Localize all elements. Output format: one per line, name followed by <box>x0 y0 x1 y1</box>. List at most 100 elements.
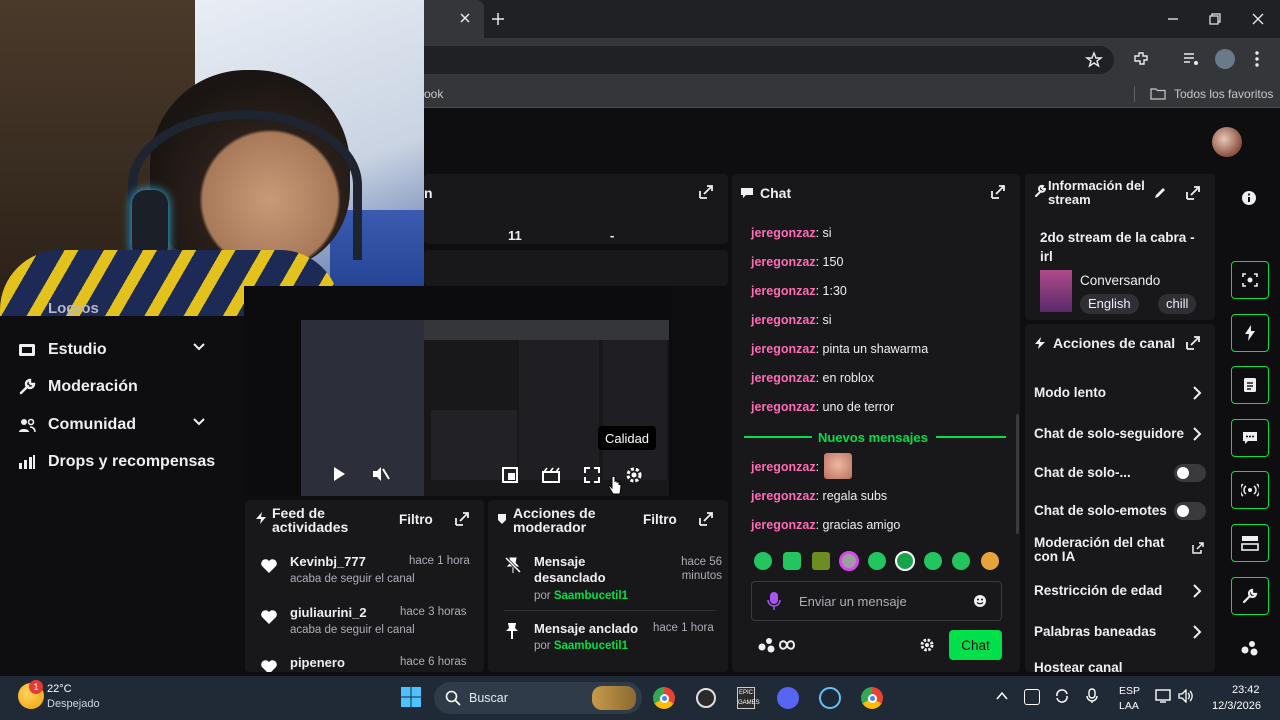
chat-username[interactable]: jeregonzaz <box>751 371 816 385</box>
windows-start-icon[interactable] <box>400 686 422 708</box>
emote-icon[interactable] <box>924 552 942 570</box>
microphone-icon[interactable] <box>1086 688 1098 704</box>
epic-games-icon[interactable]: EPIC GAMES <box>732 684 760 712</box>
restore-icon[interactable] <box>1208 12 1222 26</box>
sidebar-item-estudio[interactable]: Estudio <box>18 337 226 363</box>
category-link[interactable]: Conversando <box>1080 273 1160 288</box>
category-box-art[interactable] <box>1040 270 1072 312</box>
fullscreen-icon[interactable] <box>584 467 600 483</box>
action-host-channel[interactable]: Hostear canal <box>1034 660 1210 672</box>
popout-icon[interactable] <box>698 184 714 200</box>
chat-username[interactable]: jeregonzaz <box>751 400 816 414</box>
weather-temperature[interactable]: 22°C <box>47 683 72 695</box>
close-tab-icon[interactable] <box>459 12 471 24</box>
sidebar-item-comunidad[interactable]: Comunidad <box>18 412 226 438</box>
chat-username[interactable]: jeregonzaz <box>751 255 816 269</box>
popout-icon[interactable] <box>454 511 470 527</box>
channel-points-icon[interactable] <box>778 638 796 652</box>
emote-icon[interactable] <box>895 551 915 571</box>
close-window-icon[interactable] <box>1251 12 1265 26</box>
action-subs-only[interactable]: Chat de solo-... <box>1034 464 1210 482</box>
discord-icon[interactable] <box>774 684 802 712</box>
quick-action-chat[interactable] <box>1231 419 1269 457</box>
popout-icon[interactable] <box>990 184 1006 200</box>
filter-button[interactable]: Filtro <box>399 512 433 527</box>
emote-icon[interactable] <box>868 552 886 570</box>
mute-icon[interactable] <box>372 466 390 482</box>
recorder-taskbar-icon[interactable] <box>692 684 720 712</box>
all-bookmarks-link[interactable]: Todos los favoritos <box>1174 87 1273 101</box>
tag-chip[interactable]: English <box>1080 294 1139 314</box>
user-avatar[interactable] <box>1212 127 1242 157</box>
bookmark-item[interactable]: ook <box>424 87 443 101</box>
language-indicator[interactable]: ESP <box>1119 685 1140 697</box>
chat-username[interactable]: jeregonzaz <box>751 226 816 240</box>
quick-action-mod[interactable] <box>1231 577 1269 615</box>
moderator-name[interactable]: Saambucetil1 <box>554 640 628 652</box>
quick-action-layout[interactable] <box>1231 524 1269 562</box>
bookmark-star-icon[interactable] <box>1085 51 1103 69</box>
follower-name[interactable]: Kevinbj_777 <box>290 554 366 569</box>
action-slow-mode[interactable]: Modo lento <box>1034 385 1210 400</box>
action-ai-moderation[interactable]: Moderación del chat con IA <box>1034 536 1210 564</box>
action-emotes-only[interactable]: Chat de solo-emotes <box>1034 502 1210 520</box>
popout-icon[interactable] <box>1185 185 1201 201</box>
chat-username[interactable]: jeregonzaz <box>751 342 816 356</box>
toggle-switch[interactable] <box>1174 502 1206 520</box>
chat-username[interactable]: jeregonzaz <box>751 284 816 298</box>
popout-icon[interactable] <box>1185 335 1201 351</box>
chat-username[interactable]: jeregonzaz <box>751 313 816 327</box>
chat-send-button[interactable]: Chat <box>949 630 1002 660</box>
sync-icon[interactable] <box>1054 688 1070 704</box>
steam-icon[interactable] <box>816 684 844 712</box>
follower-name[interactable]: pipenero <box>290 655 345 670</box>
minimize-icon[interactable] <box>1166 12 1180 26</box>
new-tab-icon[interactable] <box>491 12 505 26</box>
quick-action-broadcast[interactable] <box>1231 471 1269 509</box>
action-banned-words[interactable]: Palabras baneadas <box>1034 624 1210 639</box>
info-icon[interactable] <box>1241 190 1257 206</box>
play-icon[interactable] <box>332 466 346 482</box>
chat-username[interactable]: jeregonzaz <box>751 460 816 474</box>
clip-icon[interactable] <box>542 467 560 483</box>
media-queue-icon[interactable] <box>1182 50 1200 68</box>
browser-tab[interactable] <box>424 0 484 38</box>
stream-preview[interactable]: Calidad <box>244 286 672 496</box>
popout-icon[interactable] <box>698 511 714 527</box>
menu-kebab-icon[interactable] <box>1252 50 1262 68</box>
extensions-icon[interactable] <box>1132 50 1150 68</box>
volume-icon[interactable] <box>1178 689 1194 703</box>
tray-app-icon[interactable] <box>1024 689 1040 705</box>
chrome-taskbar-icon-2[interactable] <box>858 684 886 712</box>
filter-button[interactable]: Filtro <box>643 512 677 527</box>
emote-icon[interactable] <box>754 552 772 570</box>
bits-icon[interactable] <box>1241 640 1259 656</box>
action-age-restriction[interactable]: Restricción de edad <box>1034 583 1210 598</box>
quick-action-lightning[interactable] <box>1231 314 1269 352</box>
picture-in-picture-icon[interactable] <box>502 467 518 483</box>
action-followers-only[interactable]: Chat de solo-seguidore <box>1034 426 1210 441</box>
clock-time[interactable]: 23:42 <box>1232 684 1260 696</box>
follower-name[interactable]: giuliaurini_2 <box>290 605 367 620</box>
bits-icon[interactable] <box>758 637 776 653</box>
emote-icon[interactable] <box>839 551 859 571</box>
edit-pencil-icon[interactable] <box>1153 186 1167 200</box>
moderator-name[interactable]: Saambucetil1 <box>554 590 628 602</box>
sidebar-item-drops[interactable]: Drops y recompensas <box>18 449 226 475</box>
chevron-up-icon[interactable] <box>996 691 1008 701</box>
chat-username[interactable]: jeregonzaz <box>751 489 816 503</box>
profile-icon[interactable] <box>1215 49 1235 69</box>
taskbar-search[interactable]: Buscar <box>434 682 642 714</box>
quick-action-notes[interactable] <box>1231 366 1269 404</box>
quick-action-camera[interactable] <box>1231 261 1269 299</box>
chat-input[interactable]: Enviar un mensaje <box>751 581 1002 621</box>
clock-date[interactable]: 12/3/2026 <box>1212 700 1261 712</box>
network-icon[interactable] <box>1155 689 1171 703</box>
chat-settings-icon[interactable] <box>920 638 934 652</box>
emote-icon[interactable] <box>952 552 970 570</box>
emote-icon[interactable] <box>783 552 801 570</box>
emote-icon[interactable] <box>812 552 830 570</box>
chat-username[interactable]: jeregonzaz <box>751 518 816 532</box>
address-bar[interactable] <box>424 46 1114 74</box>
microphone-icon[interactable] <box>767 591 781 611</box>
